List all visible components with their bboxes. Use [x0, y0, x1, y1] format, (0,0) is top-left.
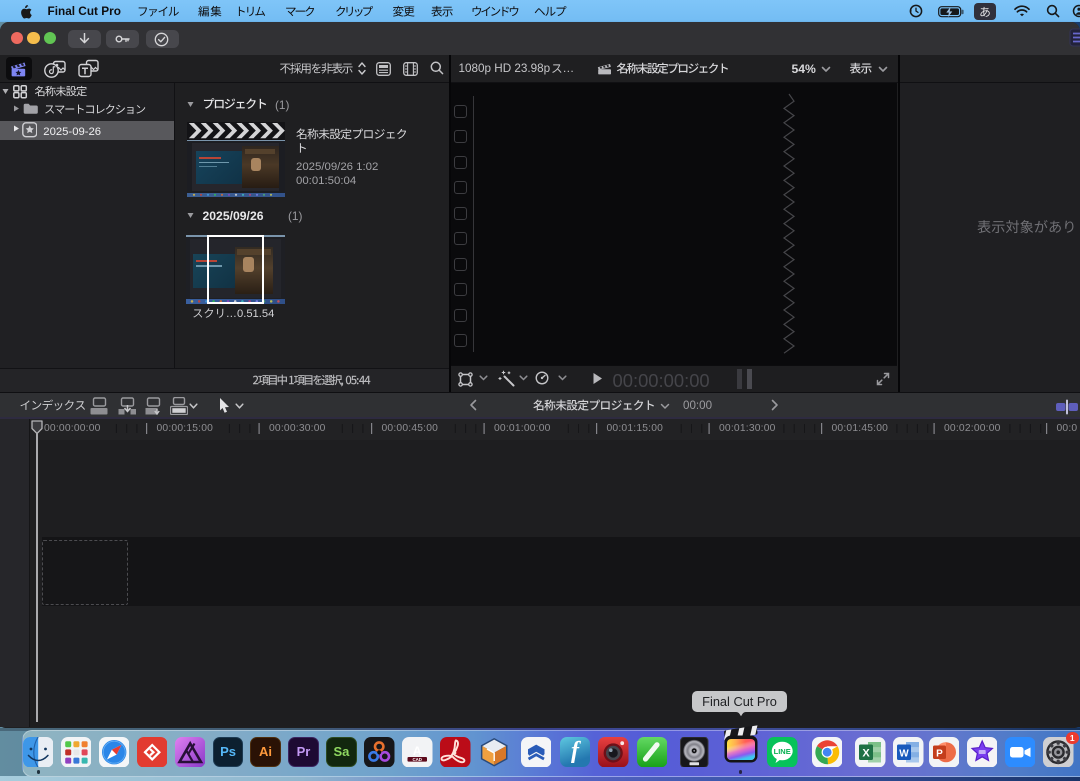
svg-text:X: X	[863, 747, 871, 759]
svg-text:P: P	[936, 748, 943, 759]
svg-text:CAD: CAD	[413, 756, 423, 761]
svg-text:W: W	[899, 748, 909, 759]
svg-text:LINE: LINE	[774, 746, 791, 755]
